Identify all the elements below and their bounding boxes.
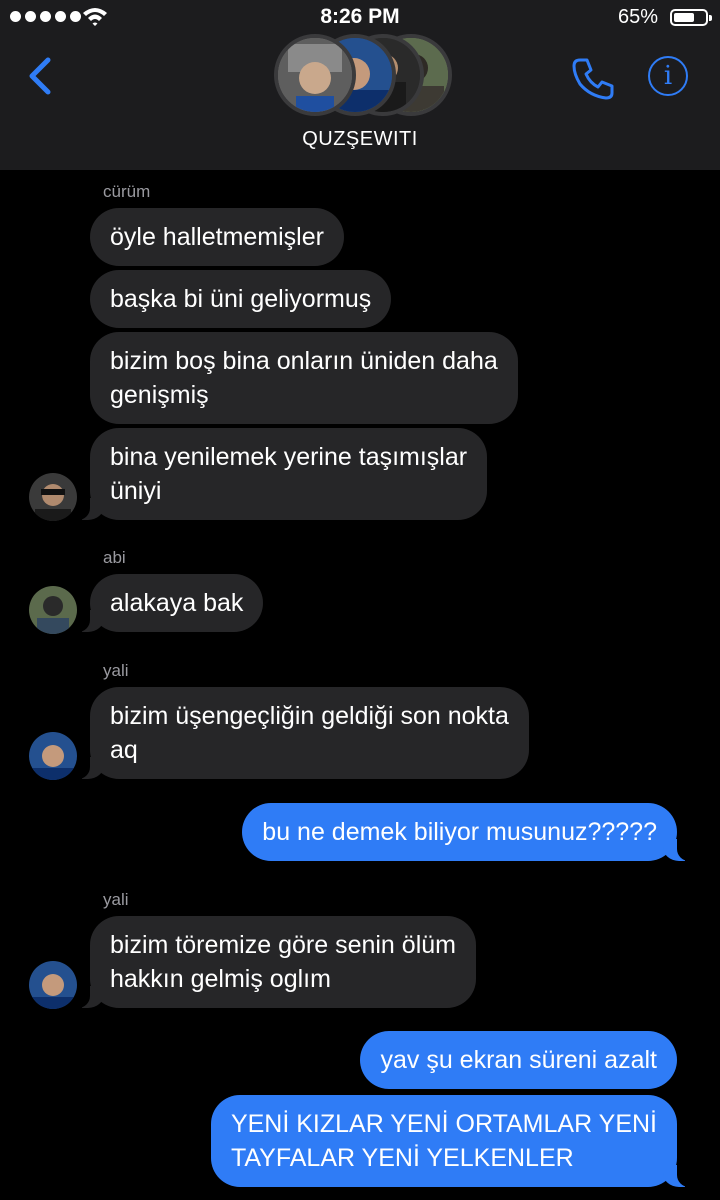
message-bubble[interactable]: öyle halletmemişler <box>90 208 344 266</box>
avatar <box>274 34 356 116</box>
phone-icon[interactable] <box>570 56 616 102</box>
group-name: QUZŞEWITI <box>302 128 418 150</box>
message-bubble[interactable]: bizim boş bina onların üniden daha genişm… <box>90 332 518 424</box>
message-bubble-outgoing[interactable]: bu ne demek biliyor musunuz????? <box>242 803 699 861</box>
group-avatar-stack[interactable] <box>274 34 454 120</box>
battery-percentage: 65% <box>617 6 658 28</box>
sender-name: abi <box>103 548 126 567</box>
status-time: 8:26 PM <box>320 5 400 28</box>
message-bubble[interactable]: başka bi üni geliyormuş <box>90 270 392 328</box>
conversation-header: i QUZŞEWITI <box>0 34 720 170</box>
avatar[interactable] <box>29 586 77 634</box>
message-bubble[interactable]: bina yenilemek yerine taşımışlar üniyi <box>67 428 488 520</box>
avatar[interactable] <box>29 732 77 780</box>
sender-name: cürüm <box>103 182 151 201</box>
back-chevron-icon[interactable] <box>22 54 62 98</box>
message-bubble-outgoing[interactable]: YENİ KIZLAR YENİ ORTAMLAR YENİ TAYFALAR Y… <box>210 1095 700 1187</box>
battery-icon <box>670 9 712 26</box>
status-bar: 8:26 PM 65% <box>0 0 720 34</box>
message-bubble[interactable]: alakaya bak <box>67 574 264 632</box>
info-icon[interactable]: i <box>648 56 688 96</box>
avatar[interactable] <box>29 473 77 521</box>
message-bubble[interactable]: bizim töremize göre senin ölüm hakkın gel… <box>68 916 476 1008</box>
sender-name: yali <box>103 661 129 680</box>
message-bubble[interactable]: bizim üşengeçliğin geldiği son nokta aq <box>68 687 529 779</box>
avatar[interactable] <box>29 961 77 1009</box>
sender-name: yali <box>103 890 129 909</box>
message-bubble-outgoing[interactable]: yav şu ekran süreni azalt <box>360 1031 677 1089</box>
